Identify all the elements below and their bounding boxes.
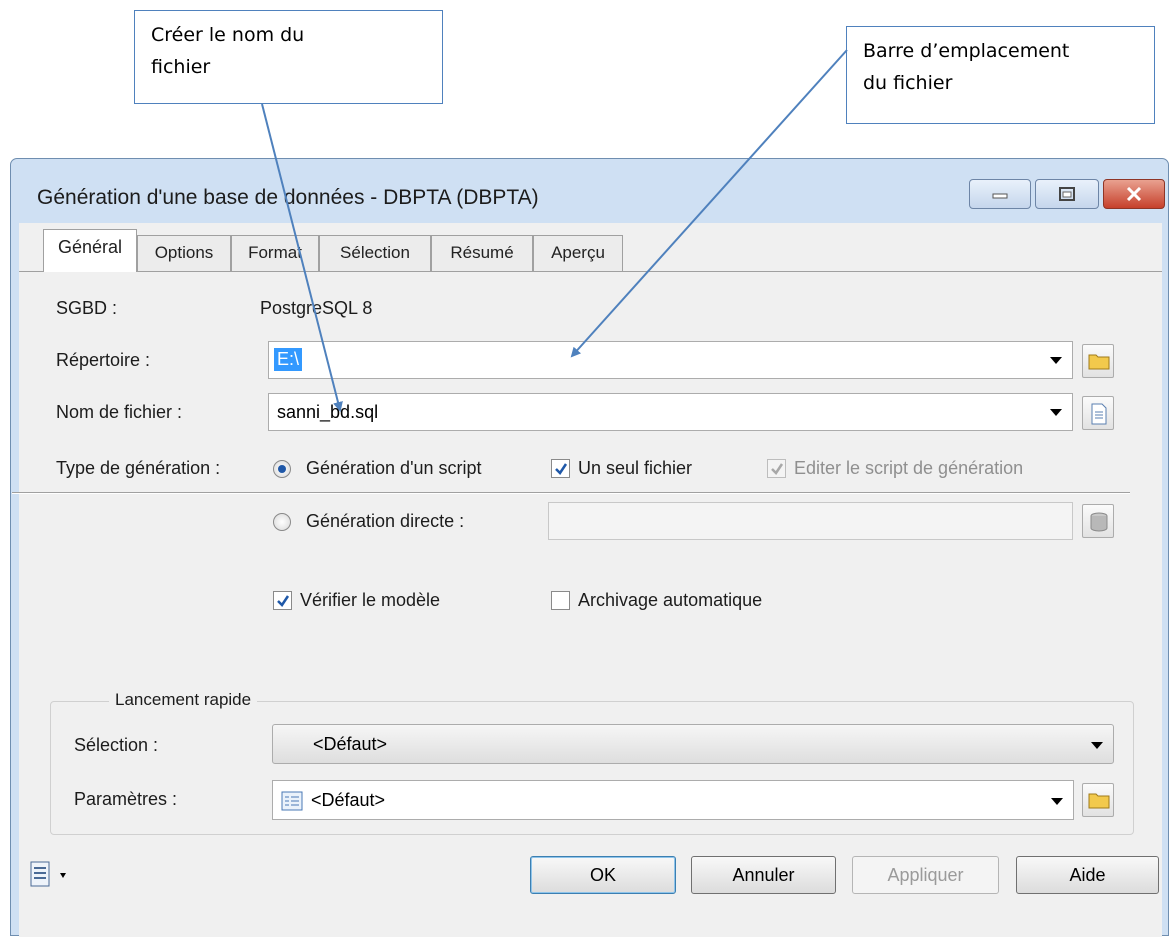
layout-icon <box>30 861 66 887</box>
checkbox-editer-script <box>767 459 786 478</box>
maximize-icon <box>1059 187 1075 201</box>
repertoire-label: Répertoire : <box>56 350 151 370</box>
close-button[interactable] <box>1103 179 1165 209</box>
nom-fichier-combo[interactable]: sanni_bd.sql <box>268 393 1073 431</box>
minimize-button[interactable] <box>969 179 1031 209</box>
checkbox-editer-script-label: Editer le script de génération <box>794 458 1024 478</box>
tab-options[interactable]: Options <box>137 235 231 271</box>
checkbox-verifier-modele[interactable] <box>273 591 292 610</box>
parametres-combo[interactable]: <Défaut> <box>272 780 1074 820</box>
minimize-icon <box>992 193 1008 199</box>
selection-label: Sélection : <box>74 735 159 755</box>
callout-line: du fichier <box>863 72 953 94</box>
ok-button[interactable]: OK <box>530 856 676 894</box>
chevron-down-icon[interactable] <box>1051 798 1063 805</box>
file-properties-button[interactable] <box>1082 396 1114 430</box>
document-icon <box>1091 403 1107 425</box>
checkbox-un-seul-fichier-label[interactable]: Un seul fichier <box>578 458 692 479</box>
database-icon <box>1090 512 1108 532</box>
radio-generation-directe[interactable] <box>273 513 291 531</box>
connect-button <box>1082 504 1114 538</box>
checkmark-icon <box>555 463 568 475</box>
folder-icon <box>1088 793 1110 809</box>
title-bar[interactable]: Génération d'une base de données - DBPTA… <box>11 159 1168 223</box>
tab-strip-border <box>19 271 1162 272</box>
chevron-down-icon[interactable] <box>1091 742 1103 749</box>
filename-annotation-callout: Créer le nom du fichier <box>134 10 443 104</box>
section-divider <box>12 492 1130 494</box>
chevron-down-icon[interactable] <box>1050 409 1062 416</box>
selection-value: <Défaut> <box>313 734 388 754</box>
radio-generation-directe-label[interactable]: Génération directe : <box>306 511 464 532</box>
checkbox-un-seul-fichier[interactable] <box>551 459 570 478</box>
parametres-value: <Défaut> <box>311 790 386 810</box>
location-annotation-callout: Barre d’emplacement du fichier <box>846 26 1155 124</box>
window-title: Génération d'une base de données - DBPTA… <box>37 186 539 209</box>
chevron-down-icon[interactable] <box>1050 357 1062 364</box>
layout-menu-button[interactable] <box>30 860 90 895</box>
nom-fichier-label: Nom de fichier : <box>56 402 183 422</box>
type-generation-label: Type de génération : <box>56 458 221 478</box>
tab-apercu[interactable]: Aperçu <box>533 235 623 271</box>
sgbd-value: PostgreSQL 8 <box>260 298 373 318</box>
selection-combo[interactable]: <Défaut> <box>272 724 1114 764</box>
callout-line: Créer le nom du <box>151 24 305 46</box>
repertoire-combo[interactable]: E:\ <box>268 341 1073 379</box>
sgbd-label: SGBD : <box>56 298 118 318</box>
callout-line: fichier <box>151 56 211 78</box>
nom-fichier-value: sanni_bd.sql <box>277 402 379 422</box>
radio-generation-script-label[interactable]: Génération d'un script <box>306 458 482 479</box>
checkmark-icon <box>277 595 290 607</box>
checkbox-archivage-automatique-label[interactable]: Archivage automatique <box>578 590 762 611</box>
maximize-button[interactable] <box>1035 179 1099 209</box>
aide-button[interactable]: Aide <box>1016 856 1159 894</box>
checkbox-verifier-modele-label[interactable]: Vérifier le modèle <box>300 590 440 611</box>
radio-generation-script[interactable] <box>273 460 291 478</box>
folder-icon <box>1088 354 1110 370</box>
appliquer-button: Appliquer <box>852 856 999 894</box>
callout-line: Barre d’emplacement <box>863 40 1070 62</box>
tab-resume[interactable]: Résumé <box>431 235 533 271</box>
settings-list-icon <box>281 791 303 811</box>
browse-folder-button[interactable] <box>1082 344 1114 378</box>
checkbox-archivage-automatique[interactable] <box>551 591 570 610</box>
parametres-label: Paramètres : <box>74 789 178 809</box>
tab-format[interactable]: Format <box>231 235 319 271</box>
browse-parametres-button[interactable] <box>1082 783 1114 817</box>
group-title: Lancement rapide <box>109 690 258 710</box>
connection-field <box>548 502 1073 540</box>
tab-selection[interactable]: Sélection <box>319 235 431 271</box>
close-icon <box>1126 187 1142 201</box>
annuler-button[interactable]: Annuler <box>691 856 836 894</box>
tab-general[interactable]: Général <box>43 229 137 272</box>
checkmark-icon <box>771 463 784 475</box>
repertoire-value: E:\ <box>274 348 303 371</box>
